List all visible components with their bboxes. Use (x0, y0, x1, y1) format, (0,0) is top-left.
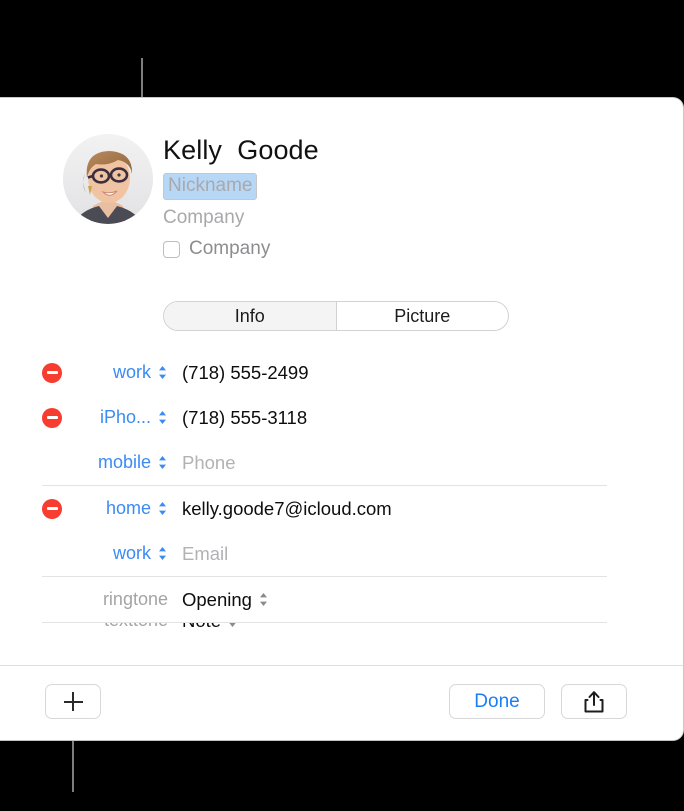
field-row[interactable]: work (718) 555-2499 (0, 350, 683, 395)
value-slot[interactable]: Email (182, 543, 228, 565)
field-value[interactable]: (718) 555-2499 (182, 362, 309, 384)
avatar[interactable] (63, 134, 153, 224)
contact-photo-image (63, 134, 153, 224)
field-row[interactable]: iPho... (718) 555-3118 (0, 395, 683, 440)
field-value[interactable]: Note (182, 623, 221, 632)
field-row[interactable]: home kelly.goode7@icloud.com (0, 486, 683, 531)
label-slot[interactable]: work (76, 543, 168, 564)
chevron-updown-icon[interactable] (157, 544, 168, 563)
label-slot: texttone (76, 623, 168, 631)
field-row[interactable]: work Email (0, 531, 683, 576)
label-slot: ringtone (76, 589, 168, 610)
nickname-input[interactable]: Nickname (163, 173, 258, 200)
info-picture-segmented-control[interactable]: Info Picture (163, 301, 509, 331)
field-label[interactable]: mobile (98, 452, 151, 473)
value-slot[interactable]: (718) 555-2499 (182, 362, 309, 384)
remove-slot[interactable] (42, 498, 76, 519)
name-block: Kelly Goode Nickname Company Company (163, 134, 319, 259)
field-row[interactable]: mobile Phone (0, 440, 683, 485)
value-slot[interactable]: Opening (182, 589, 269, 611)
value-slot[interactable]: Phone (182, 452, 236, 474)
minus-circle-icon[interactable] (42, 362, 62, 383)
label-slot[interactable]: iPho... (76, 407, 168, 428)
remove-slot[interactable] (42, 362, 76, 383)
label-slot[interactable]: home (76, 498, 168, 519)
remove-slot[interactable] (42, 407, 76, 428)
chevron-updown-icon[interactable] (227, 623, 238, 630)
value-slot[interactable]: kelly.goode7@icloud.com (182, 498, 392, 520)
field-label[interactable]: iPho... (100, 407, 151, 428)
field-value[interactable]: (718) 555-3118 (182, 407, 307, 429)
chevron-updown-icon[interactable] (157, 453, 168, 472)
done-button[interactable]: Done (449, 684, 545, 719)
field-value[interactable]: Phone (182, 452, 236, 474)
share-icon (584, 690, 604, 712)
field-label: ringtone (102, 589, 168, 609)
tab-picture[interactable]: Picture (337, 302, 509, 330)
company-checkbox[interactable] (163, 240, 180, 258)
contact-header: Kelly Goode Nickname Company Company (0, 98, 683, 288)
value-slot[interactable]: Note (182, 623, 238, 632)
bottom-toolbar: Done (0, 665, 683, 740)
field-row[interactable]: texttone Note (0, 623, 683, 643)
field-list: work (718) 555-2499 iPho... (718) 555-31… (0, 350, 683, 643)
plus-icon (63, 692, 83, 711)
field-value[interactable]: Email (182, 543, 228, 565)
field-label: texttone (104, 623, 168, 631)
minus-circle-icon[interactable] (42, 407, 62, 428)
minus-circle-icon[interactable] (42, 498, 62, 519)
field-value[interactable]: kelly.goode7@icloud.com (182, 498, 392, 520)
field-row[interactable]: ringtone Opening (0, 577, 683, 622)
tab-info[interactable]: Info (164, 302, 336, 330)
page-title: Kelly Goode (163, 135, 319, 165)
company-input[interactable]: Company (163, 206, 319, 229)
chevron-updown-icon[interactable] (157, 499, 168, 518)
field-label[interactable]: work (113, 362, 151, 383)
company-checkbox-label: Company (189, 238, 271, 259)
field-label[interactable]: home (106, 498, 151, 519)
chevron-updown-icon[interactable] (157, 363, 168, 382)
label-slot[interactable]: mobile (76, 452, 168, 473)
field-value[interactable]: Opening (182, 589, 252, 611)
label-slot[interactable]: work (76, 362, 168, 383)
company-checkbox-row[interactable]: Company (163, 239, 319, 259)
contact-editor-window: Kelly Goode Nickname Company Company Inf… (0, 97, 684, 741)
field-label[interactable]: work (113, 543, 151, 564)
add-field-button[interactable] (45, 684, 101, 719)
value-slot[interactable]: (718) 555-3118 (182, 407, 307, 429)
share-button[interactable] (561, 684, 627, 719)
chevron-updown-icon[interactable] (258, 590, 269, 609)
chevron-updown-icon[interactable] (157, 408, 168, 427)
